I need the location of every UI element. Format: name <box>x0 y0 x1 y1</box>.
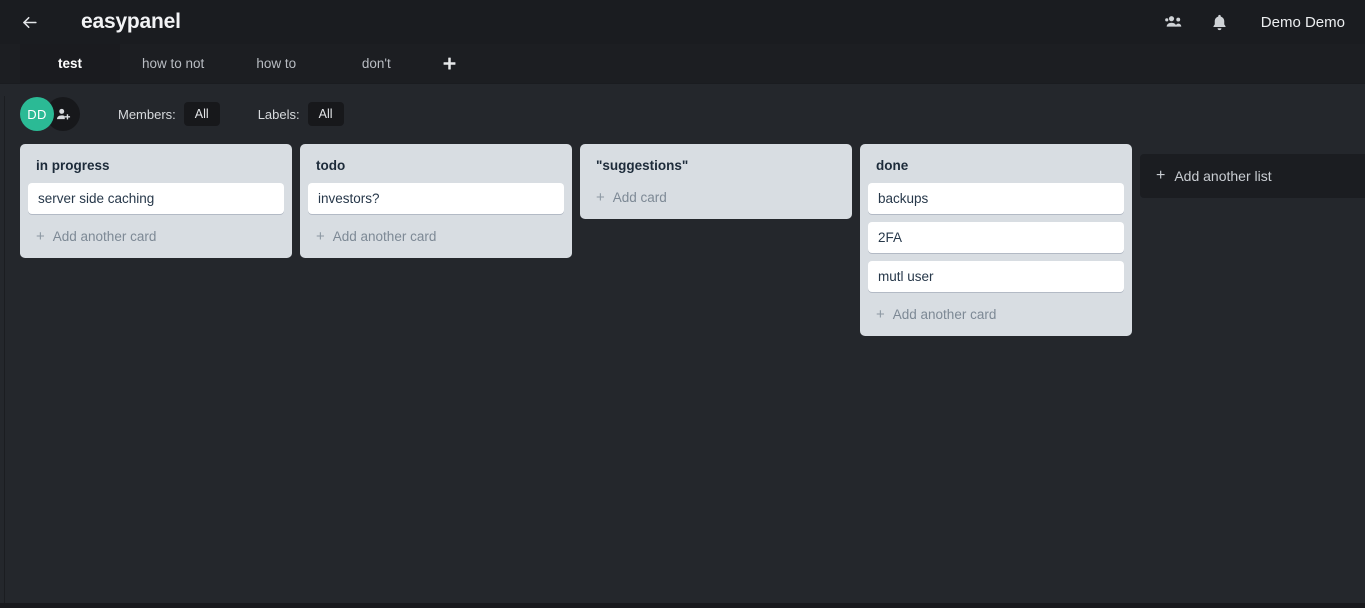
bell-icon <box>1213 14 1226 30</box>
list-title[interactable]: done <box>868 152 1124 183</box>
app-header: easypanel Demo Demo <box>0 0 1365 44</box>
card[interactable]: investors? <box>308 183 564 214</box>
board-filterbar: DD Members: All Labels: All <box>0 84 1365 144</box>
tab-label: how to <box>256 56 297 71</box>
card[interactable]: mutl user <box>868 261 1124 292</box>
plus-icon <box>443 57 456 70</box>
card[interactable]: backups <box>868 183 1124 214</box>
tab-label: how to not <box>142 56 205 71</box>
member-avatars: DD <box>20 97 80 131</box>
add-card-button[interactable]: + Add another card <box>28 222 284 252</box>
list-title[interactable]: "suggestions" <box>588 152 844 183</box>
card[interactable]: server side caching <box>28 183 284 214</box>
user-name[interactable]: Demo Demo <box>1261 14 1345 31</box>
members-filter-label: Members: <box>118 106 176 122</box>
back-button[interactable] <box>12 5 46 39</box>
plus-icon: + <box>316 228 325 245</box>
tab-how-to[interactable]: how to <box>226 44 326 83</box>
add-card-button[interactable]: + Add another card <box>308 222 564 252</box>
plus-icon: + <box>596 189 605 206</box>
members-filter-value[interactable]: All <box>183 102 220 126</box>
tab-label: test <box>57 56 82 71</box>
add-card-label: Add another card <box>892 307 997 322</box>
board-tabbar: test how to not how to don't <box>0 44 1365 84</box>
add-card-button[interactable]: + Add card <box>588 183 844 213</box>
tab-test[interactable]: test <box>20 44 120 83</box>
tab-dont[interactable]: don't <box>326 44 426 83</box>
list-title[interactable]: in progress <box>28 152 284 183</box>
labels-filter-value[interactable]: All <box>307 102 344 126</box>
board-list[interactable]: in progress server side caching + Add an… <box>20 144 292 258</box>
labels-filter-label: Labels: <box>257 106 300 122</box>
card[interactable]: 2FA <box>868 222 1124 253</box>
people-group-icon <box>1164 16 1182 27</box>
add-person-icon <box>56 108 70 119</box>
add-card-label: Add another card <box>332 229 437 244</box>
list-title[interactable]: todo <box>308 152 564 183</box>
add-board-button[interactable] <box>426 44 472 83</box>
board-left-edge <box>4 96 5 604</box>
arrow-left-icon <box>22 16 37 28</box>
board-filters: Members: All Labels: All <box>118 102 344 126</box>
window-bottom-strip <box>0 603 1365 608</box>
board-list[interactable]: done backups 2FA mutl user + Add another… <box>860 144 1132 336</box>
members-button[interactable] <box>1151 2 1197 42</box>
notifications-button[interactable] <box>1197 2 1243 42</box>
plus-icon: + <box>36 228 45 245</box>
board-canvas: in progress server side caching + Add an… <box>0 144 1365 336</box>
tab-how-to-not[interactable]: how to not <box>120 44 226 83</box>
avatar[interactable]: DD <box>20 97 54 131</box>
plus-icon: + <box>1156 167 1166 184</box>
plus-icon: + <box>876 306 885 323</box>
header-actions: Demo Demo <box>1151 2 1345 42</box>
app-title: easypanel <box>81 10 181 33</box>
add-list-label: Add another list <box>1174 168 1272 184</box>
add-card-label: Add another card <box>52 229 157 244</box>
board-list[interactable]: todo investors? + Add another card <box>300 144 572 258</box>
add-card-button[interactable]: + Add another card <box>868 300 1124 330</box>
add-list-button[interactable]: + Add another list <box>1140 154 1365 198</box>
tab-label: don't <box>361 56 391 71</box>
add-card-label: Add card <box>612 190 667 205</box>
board-list[interactable]: "suggestions" + Add card <box>580 144 852 219</box>
